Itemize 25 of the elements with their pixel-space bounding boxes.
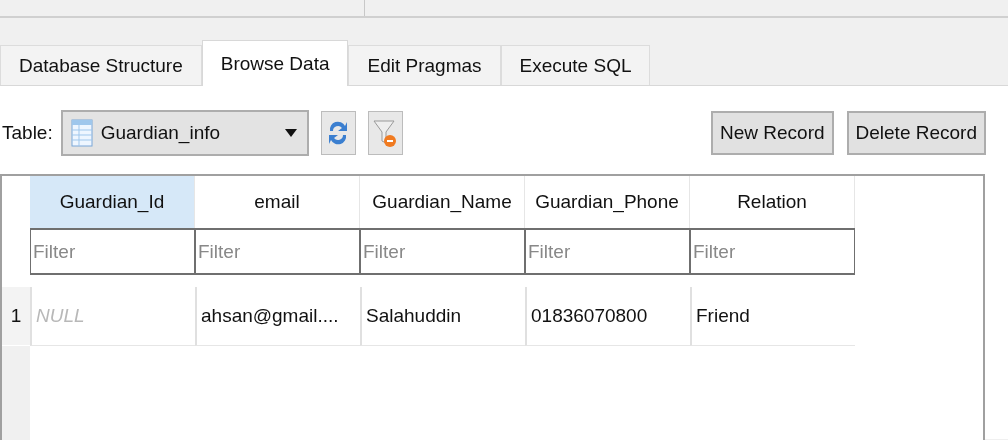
funnel-icon <box>372 117 399 149</box>
filter-field[interactable]: Filter <box>30 228 195 275</box>
filter-field[interactable]: Filter <box>690 228 855 275</box>
table-select[interactable]: Guardian_info <box>60 110 309 156</box>
tab[interactable]: Browse Data <box>201 40 349 86</box>
table-cell: NULL <box>36 305 85 327</box>
table-icon <box>70 119 93 147</box>
table-cell: 01836070800 <box>531 305 648 327</box>
filter-field[interactable]: Filter <box>525 228 690 275</box>
filter-field[interactable]: Filter <box>360 228 525 275</box>
refresh-button[interactable] <box>320 111 356 155</box>
row-number: 1 <box>2 287 30 345</box>
record-button[interactable]: New Record <box>711 111 834 155</box>
tab[interactable]: Edit Pragmas <box>348 45 501 85</box>
dropdown-arrow-icon <box>284 129 297 137</box>
record-button[interactable]: Delete Record <box>846 111 986 155</box>
table-cell: Salahuddin <box>366 305 462 327</box>
table-cell: ahsan@gmail.... <box>201 305 339 327</box>
table-label: Table: <box>1 122 54 144</box>
table-cell: Friend <box>696 305 750 327</box>
tab[interactable]: Database Structure <box>0 45 202 85</box>
column-header[interactable]: Guardian_Id <box>30 176 195 228</box>
clear-filters-button[interactable] <box>367 111 403 155</box>
filter-field[interactable]: Filter <box>195 228 360 275</box>
tab[interactable]: Execute SQL <box>500 45 651 85</box>
